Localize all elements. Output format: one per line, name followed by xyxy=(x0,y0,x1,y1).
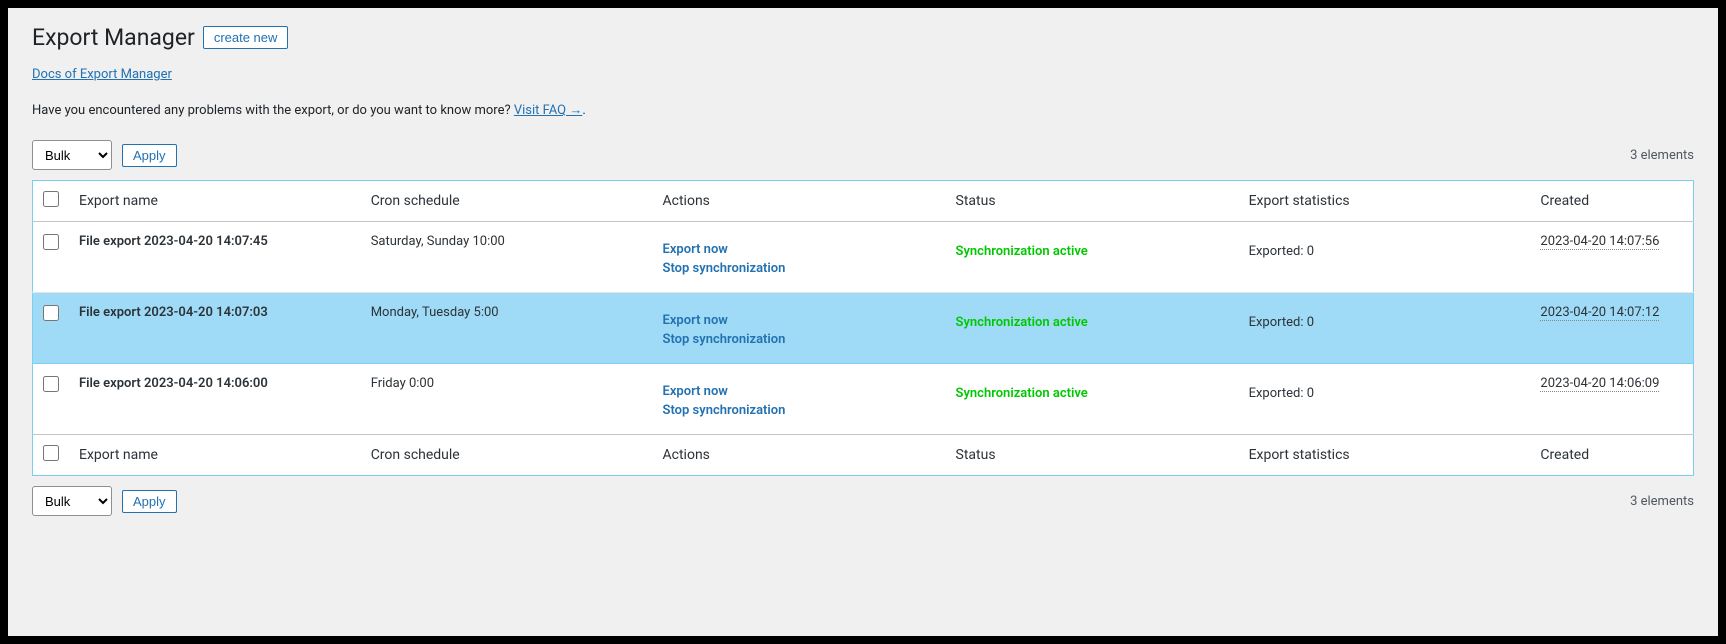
table-header-row: Export name Cron schedule Actions Status… xyxy=(33,181,1694,222)
stop-sync-link[interactable]: Stop synchronization xyxy=(663,403,936,418)
col-header-actions: Actions xyxy=(653,181,946,222)
page-header: Export Manager create new xyxy=(32,24,1694,51)
faq-text: Have you encountered any problems with t… xyxy=(32,102,1694,118)
created-timestamp: 2023-04-20 14:07:12 xyxy=(1540,305,1659,321)
created-timestamp: 2023-04-20 14:07:56 xyxy=(1540,234,1659,250)
row-cron: Saturday, Sunday 10:00 xyxy=(361,222,653,293)
row-actions: Export now Stop synchronization xyxy=(653,222,946,293)
row-name[interactable]: File export 2023-04-20 14:07:03 xyxy=(69,293,361,364)
status-badge: Synchronization active xyxy=(956,244,1088,259)
apply-button-top[interactable]: Apply xyxy=(122,144,177,167)
row-cron: Monday, Tuesday 5:00 xyxy=(361,293,653,364)
bulk-select-top[interactable]: Bulk xyxy=(32,140,112,170)
col-footer-name[interactable]: Export name xyxy=(69,435,361,476)
row-cron: Friday 0:00 xyxy=(361,364,653,435)
toolbar-bottom: Bulk Apply 3 elements xyxy=(32,486,1694,516)
status-badge: Synchronization active xyxy=(956,315,1088,330)
table-row: File export 2023-04-20 14:07:03 Monday, … xyxy=(33,293,1694,364)
page-frame: Export Manager create new Docs of Export… xyxy=(8,8,1718,636)
bulk-select-bottom[interactable]: Bulk xyxy=(32,486,112,516)
col-footer-status: Status xyxy=(946,435,1239,476)
col-footer-actions: Actions xyxy=(653,435,946,476)
faq-link[interactable]: Visit FAQ → xyxy=(514,103,582,118)
col-header-created: Created xyxy=(1530,181,1693,222)
col-footer-created: Created xyxy=(1530,435,1693,476)
col-footer-stats: Export statistics xyxy=(1239,435,1531,476)
col-header-name[interactable]: Export name xyxy=(69,181,361,222)
faq-prefix: Have you encountered any problems with t… xyxy=(32,103,514,118)
row-created: 2023-04-20 14:07:56 xyxy=(1530,222,1693,293)
exports-table: Export name Cron schedule Actions Status… xyxy=(32,180,1694,476)
export-now-link[interactable]: Export now xyxy=(663,384,936,399)
apply-button-bottom[interactable]: Apply xyxy=(122,490,177,513)
row-status: Synchronization active xyxy=(946,222,1239,293)
row-stats: Exported: 0 xyxy=(1239,293,1531,364)
created-timestamp: 2023-04-20 14:06:09 xyxy=(1540,376,1659,392)
row-checkbox[interactable] xyxy=(43,376,59,392)
row-name[interactable]: File export 2023-04-20 14:07:45 xyxy=(69,222,361,293)
row-actions: Export now Stop synchronization xyxy=(653,364,946,435)
row-stats: Exported: 0 xyxy=(1239,364,1531,435)
row-name[interactable]: File export 2023-04-20 14:06:00 xyxy=(69,364,361,435)
table-row: File export 2023-04-20 14:06:00 Friday 0… xyxy=(33,364,1694,435)
stop-sync-link[interactable]: Stop synchronization xyxy=(663,332,936,347)
toolbar-top: Bulk Apply 3 elements xyxy=(32,140,1694,170)
row-checkbox[interactable] xyxy=(43,305,59,321)
row-created: 2023-04-20 14:06:09 xyxy=(1530,364,1693,435)
row-status: Synchronization active xyxy=(946,364,1239,435)
stop-sync-link[interactable]: Stop synchronization xyxy=(663,261,936,276)
page-title: Export Manager xyxy=(32,24,195,51)
row-actions: Export now Stop synchronization xyxy=(653,293,946,364)
row-checkbox[interactable] xyxy=(43,234,59,250)
row-stats: Exported: 0 xyxy=(1239,222,1531,293)
element-count-top: 3 elements xyxy=(1630,148,1694,163)
col-header-status: Status xyxy=(946,181,1239,222)
export-now-link[interactable]: Export now xyxy=(663,313,936,328)
col-header-stats: Export statistics xyxy=(1239,181,1531,222)
col-header-cron: Cron schedule xyxy=(361,181,653,222)
col-footer-cron: Cron schedule xyxy=(361,435,653,476)
docs-link[interactable]: Docs of Export Manager xyxy=(32,67,172,82)
row-created: 2023-04-20 14:07:12 xyxy=(1530,293,1693,364)
table-footer-row: Export name Cron schedule Actions Status… xyxy=(33,435,1694,476)
table-row: File export 2023-04-20 14:07:45 Saturday… xyxy=(33,222,1694,293)
row-status: Synchronization active xyxy=(946,293,1239,364)
status-badge: Synchronization active xyxy=(956,386,1088,401)
export-now-link[interactable]: Export now xyxy=(663,242,936,257)
create-new-button[interactable]: create new xyxy=(203,26,289,49)
element-count-bottom: 3 elements xyxy=(1630,494,1694,509)
select-all-top[interactable] xyxy=(43,191,59,207)
select-all-bottom[interactable] xyxy=(43,445,59,461)
